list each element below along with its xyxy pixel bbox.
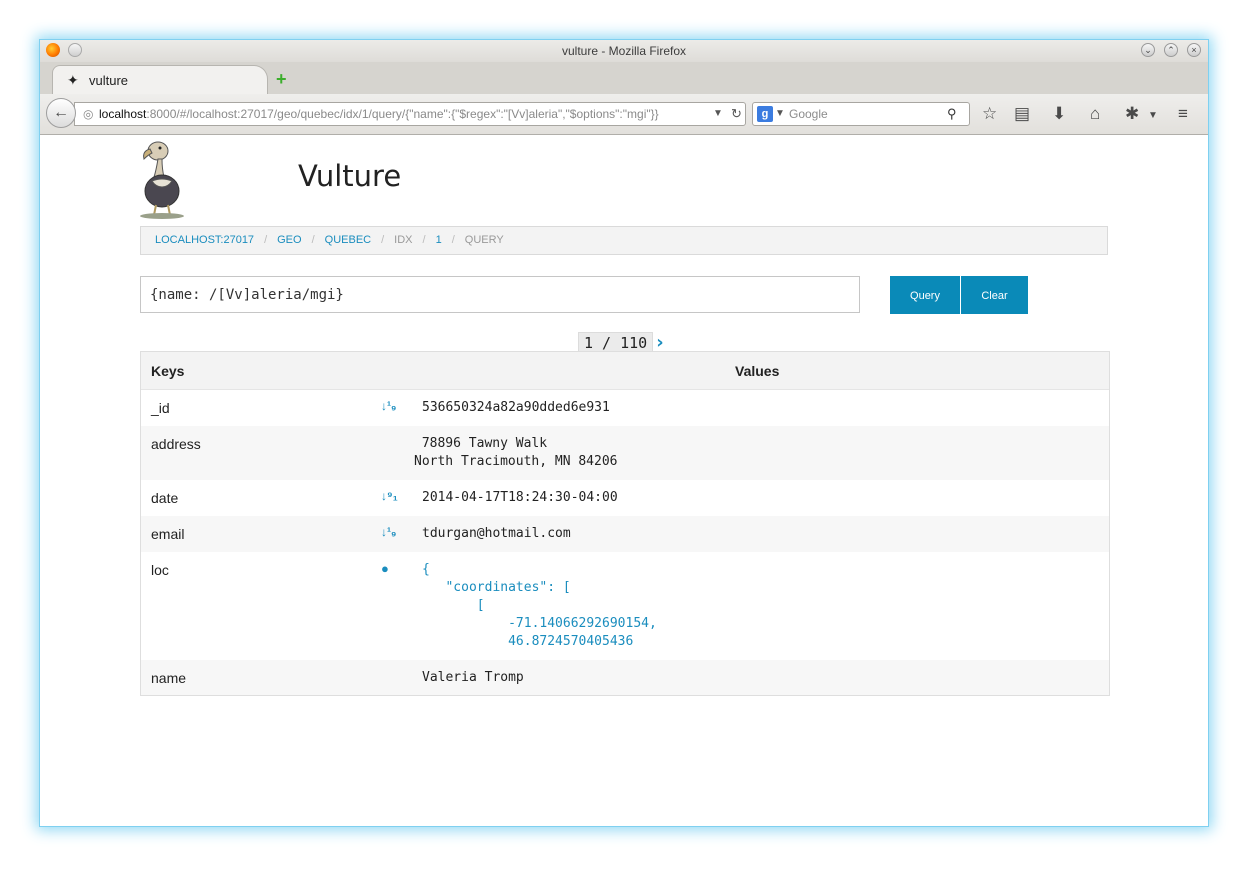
pager: 1 / 110 › [578, 332, 664, 355]
app-title: Vulture [298, 159, 402, 193]
tab-bar: ✦ vulture + [40, 62, 1208, 94]
maximize-icon[interactable]: ⌃ [1164, 43, 1178, 57]
table-row: loc ● { "coordinates": [ [ -71.140662926… [141, 552, 1109, 660]
row-value-json: { "coordinates": [ [ -71.14066292690154,… [422, 562, 657, 649]
star-icon[interactable]: ☆ [982, 104, 997, 124]
keys-header: Keys [151, 363, 185, 379]
values-header: Values [735, 363, 780, 379]
sort-numeric-desc-icon[interactable]: ↓⁹₁ [381, 489, 398, 503]
new-tab-button[interactable]: + [276, 69, 287, 90]
row-value: 536650324a82a90dded6e931 [422, 400, 610, 415]
breadcrumb-separator: / [311, 234, 315, 246]
breadcrumb-separator: / [264, 234, 268, 246]
row-key: date [151, 490, 179, 506]
row-value: 78896 Tawny Walk North Tracimouth, MN 84… [414, 436, 618, 469]
page-content: Vulture localhost:27017 / geo / quebec / idx / 1… [40, 135, 1208, 826]
breadcrumb-query: query [464, 234, 504, 246]
extension-icon[interactable]: ✱ [1125, 104, 1139, 124]
sort-numeric-icon[interactable]: ↓¹₉ [381, 399, 396, 413]
breadcrumb-collection[interactable]: quebec [325, 227, 371, 254]
breadcrumb-separator: / [381, 234, 385, 246]
breadcrumb-separator: / [451, 234, 455, 246]
sort-numeric-icon[interactable]: ↓¹₉ [381, 525, 396, 539]
back-arrow-icon: ← [53, 104, 69, 121]
row-value: tdurgan@hotmail.com [422, 526, 571, 541]
row-value: Valeria Tromp [422, 670, 524, 685]
url-text: localhost:8000/#/localhost:27017/geo/que… [99, 103, 659, 125]
row-key: email [151, 526, 185, 542]
row-value: 2014-04-17T18:24:30-04:00 [422, 490, 618, 505]
google-engine-icon[interactable]: g [757, 106, 773, 122]
window-title: vulture - Mozilla Firefox [561, 44, 687, 58]
title-bar: vulture - Mozilla Firefox ⌄ ⌃ × [40, 40, 1208, 62]
next-page-icon[interactable]: › [656, 332, 663, 353]
home-icon[interactable]: ⌂ [1090, 104, 1100, 124]
extension-dropdown-icon[interactable]: ▼ [1148, 106, 1158, 126]
breadcrumb-separator: / [422, 234, 426, 246]
globe-icon[interactable]: ● [381, 561, 389, 576]
breadcrumb-idx: idx [394, 234, 413, 246]
browser-window: vulture - Mozilla Firefox ⌄ ⌃ × ✦ vultur… [40, 40, 1208, 826]
table-row: name Valeria Tromp [141, 660, 1109, 695]
table-row: email ↓¹₉ tdurgan@hotmail.com [141, 516, 1109, 552]
engine-dropdown-icon[interactable]: ▼ [775, 103, 785, 125]
tab-title: vulture [89, 73, 129, 88]
firefox-logo-icon [46, 43, 60, 57]
minimize-icon[interactable]: ⌄ [1141, 43, 1155, 57]
table-header: Keys Values [141, 352, 1109, 390]
download-icon[interactable]: ⬇ [1052, 104, 1066, 124]
url-dropdown-icon[interactable]: ▼ [713, 103, 723, 125]
vulture-favicon-icon: ✦ [67, 72, 79, 88]
reload-icon[interactable]: ↻ [731, 103, 742, 125]
breadcrumb-db[interactable]: geo [277, 227, 301, 254]
window-menu-icon[interactable] [68, 43, 82, 57]
hamburger-menu-icon[interactable]: ≡ [1178, 104, 1188, 124]
navigation-bar: ◎ localhost:8000/#/localhost:27017/geo/q… [40, 94, 1208, 135]
clear-button[interactable]: Clear [961, 276, 1028, 314]
url-host: localhost [99, 107, 147, 121]
url-bar[interactable]: ◎ localhost:8000/#/localhost:27017/geo/q… [74, 102, 746, 126]
row-key: name [151, 670, 187, 686]
table-row: address 78896 Tawny Walk North Tracimout… [141, 426, 1109, 480]
document-table: Keys Values _id ↓¹₉ 536650324a82a90dded6… [140, 351, 1110, 696]
tab-vulture[interactable]: ✦ vulture [52, 65, 268, 94]
table-row: date ↓⁹₁ 2014-04-17T18:24:30-04:00 [141, 480, 1109, 516]
breadcrumb: localhost:27017/geo / quebec / idx/1/query [140, 226, 1108, 255]
clipboard-icon[interactable]: ▤ [1014, 104, 1030, 124]
search-bar[interactable]: g ▼ Google ⚲ [752, 102, 970, 126]
url-path: :8000/#/localhost:27017/geo/quebec/idx/1… [146, 107, 659, 121]
binoculars-icon[interactable]: ⚲ [947, 103, 957, 125]
query-button[interactable]: Query [890, 276, 960, 314]
row-key: loc [151, 562, 169, 578]
search-placeholder: Google [789, 107, 828, 121]
site-identity-icon[interactable]: ◎ [83, 103, 93, 125]
table-row: _id ↓¹₉ 536650324a82a90dded6e931 [141, 390, 1109, 426]
back-button[interactable]: ← [46, 98, 76, 128]
vulture-logo-icon [140, 141, 184, 219]
close-icon[interactable]: × [1187, 43, 1201, 57]
row-key: _id [151, 400, 170, 416]
row-key: address [151, 436, 201, 452]
breadcrumb-host[interactable]: localhost:27017 [141, 227, 254, 254]
query-input[interactable] [140, 276, 860, 313]
